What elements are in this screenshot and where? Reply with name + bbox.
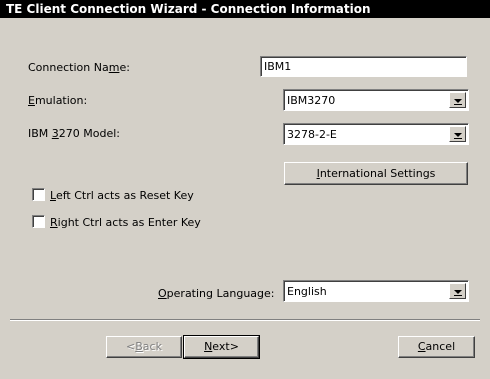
chevron-down-icon [454,99,462,103]
next-button[interactable]: Next> [183,335,260,359]
model-label: IBM 3270 Model: [28,127,121,140]
connection-name-value: IBM1 [264,60,292,73]
separator-highlight [10,320,480,321]
chevron-down-icon [454,133,462,137]
operating-language-value: English [287,285,327,298]
emulation-select[interactable]: IBM3270 [283,89,469,111]
operating-language-dropdown-button[interactable] [449,283,466,299]
left-ctrl-checkbox[interactable] [32,188,45,201]
model-value: 3278-2-E [287,128,337,141]
operating-language-label: Operating Language: [158,287,275,300]
cancel-button[interactable]: Cancel [398,336,475,358]
chevron-down-icon [454,290,462,294]
emulation-dropdown-button[interactable] [449,92,466,108]
arrow-underline [454,138,462,139]
back-button[interactable]: <Back [106,336,182,358]
emulation-value: IBM3270 [287,94,336,107]
title-bar: TE Client Connection Wizard - Connection… [0,0,490,18]
right-ctrl-label[interactable]: Right Ctrl acts as Enter Key [50,216,201,229]
connection-name-field[interactable]: IBM1 [260,56,467,77]
emulation-label: Emulation: [28,94,88,107]
operating-language-select[interactable]: English [283,280,469,302]
left-ctrl-label[interactable]: Left Ctrl acts as Reset Key [50,189,194,202]
model-select[interactable]: 3278-2-E [283,123,469,145]
connection-name-label: Connection Name: [28,61,130,74]
right-ctrl-checkbox[interactable] [32,215,45,228]
international-settings-button[interactable]: International Settings [284,162,468,185]
arrow-underline [454,104,462,105]
model-dropdown-button[interactable] [449,126,466,142]
arrow-underline [454,295,462,296]
window-title: TE Client Connection Wizard - Connection… [6,2,371,16]
